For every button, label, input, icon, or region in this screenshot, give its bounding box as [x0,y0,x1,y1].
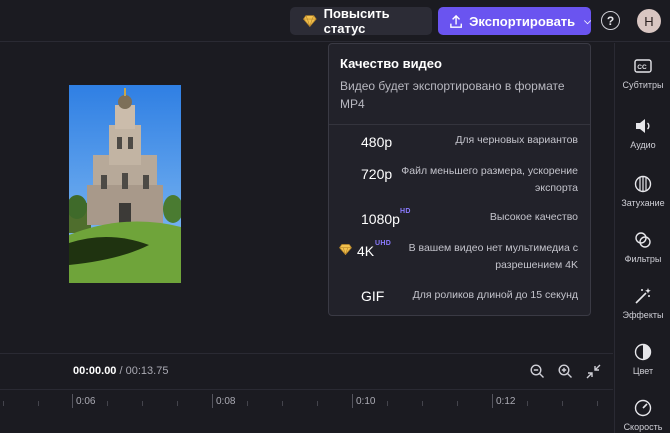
upgrade-label: Повысить статус [323,6,390,36]
tick-label: 0:06 [76,396,96,407]
zoom-in-icon[interactable] [556,362,574,380]
diamond-icon [339,244,352,255]
ruler-tick [387,401,388,406]
tick-label: 0:08 [216,396,236,407]
export-button[interactable]: Экспортировать ⌵ [438,7,591,35]
ruler-tick [3,401,4,406]
current-time: 00:00.00 [73,365,117,377]
ruler-tick [177,401,178,406]
ruler-tick [107,401,108,406]
ruler-tick [282,401,283,406]
ruler-tick [352,394,353,408]
option-description: Высокое качество [489,211,578,223]
option-description: Для черновых вариантов [455,134,578,146]
quality-option-720p[interactable]: 720p Файл меньшего размера, ускорение эк… [329,158,590,202]
video-preview[interactable] [69,85,181,283]
sidebar-label: Фильтры [624,254,662,264]
sidebar-item-audio[interactable]: Аудио [615,105,670,161]
upload-icon [450,14,462,28]
video-thumbnail [69,85,181,283]
ruler-tick [562,401,563,406]
option-description: В вашем видео нет мультимедиа с разрешен… [408,242,578,271]
tick-label: 0:10 [356,396,376,407]
ruler-tick [457,401,458,406]
sidebar-label: Скорость [623,422,663,432]
ruler-tick [38,401,39,406]
speedometer-icon [634,399,652,417]
time-readout: 00:00.00 / 00:13.75 [73,365,168,377]
avatar[interactable]: Н [637,9,661,33]
sidebar-item-fade[interactable]: Затухание [615,163,670,219]
quality-option-1080p[interactable]: 1080p HD Высокое качество [329,202,590,234]
filters-icon [635,232,651,248]
fit-timeline-icon[interactable] [584,362,602,380]
ruler-tick [142,401,143,406]
help-button[interactable]: ? [601,11,620,30]
tick-label: 0:12 [496,396,516,407]
magic-wand-icon [635,288,651,304]
quality-option-480p[interactable]: 480p Для черновых вариантов [329,128,590,158]
sidebar-label: Цвет [632,366,654,376]
quality-option-gif[interactable]: GIF Для роликов длиной до 15 секунд [329,282,590,312]
sidebar-label: Эффекты [622,310,664,320]
sidebar-item-captions[interactable]: CC Субтитры [615,45,670,101]
uhd-badge: UHD [375,240,392,247]
right-sidebar: CC Субтитры Аудио Затухание Фильтры Эффе… [614,43,670,433]
option-resolution: 4K [357,243,375,259]
quality-option-4k[interactable]: 4K UHD В вашем видео нет мультимедиа с р… [329,236,590,280]
ruler-tick [492,394,493,408]
zoom-out-icon[interactable] [528,362,546,380]
captions-icon: CC [634,59,652,73]
speaker-icon [636,119,650,133]
option-description: Файл меньшего размера, ускорение экспорт… [401,165,578,194]
ruler-tick [247,401,248,406]
sidebar-label: Аудио [630,140,656,150]
sidebar-item-filters[interactable]: Фильтры [615,219,670,275]
option-resolution: 720p [361,166,393,182]
ruler-tick [422,401,423,406]
ruler-tick [72,394,73,408]
sidebar-item-color[interactable]: Цвет [615,331,670,387]
option-description: Для роликов длиной до 15 секунд [412,289,578,301]
diamond-icon [303,15,317,27]
svg-text:CC: CC [637,64,647,71]
export-quality-popup: Качество видео Видео будет экспортирован… [328,43,591,316]
ruler-tick [597,401,598,406]
timeline: 00:00.00 / 00:13.75 0:06 0:08 0:10 0:12 [0,353,613,433]
top-bar: Повысить статус Экспортировать ⌵ ? Н [0,0,670,42]
timeline-ruler[interactable]: 0:06 0:08 0:10 0:12 [0,389,613,413]
upgrade-button[interactable]: Повысить статус [290,6,432,36]
option-resolution: 480p [361,134,393,150]
sidebar-item-effects[interactable]: Эффекты [615,275,670,331]
divider [329,124,590,125]
chevron-down-icon: ⌵ [584,15,591,26]
export-label: Экспортировать [469,13,576,29]
ruler-tick [527,401,528,406]
sidebar-label: Затухание [621,198,665,208]
color-icon [634,343,652,361]
popup-title: Качество видео [340,56,442,71]
sidebar-item-speed[interactable]: Скорость [615,387,670,433]
popup-subtitle: Видео будет экспортировано в формате MP4 [340,79,565,111]
total-time: / 00:13.75 [119,365,169,377]
fade-icon [634,175,652,193]
ruler-tick [212,394,213,408]
sidebar-label: Субтитры [622,80,664,90]
ruler-tick [317,401,318,406]
